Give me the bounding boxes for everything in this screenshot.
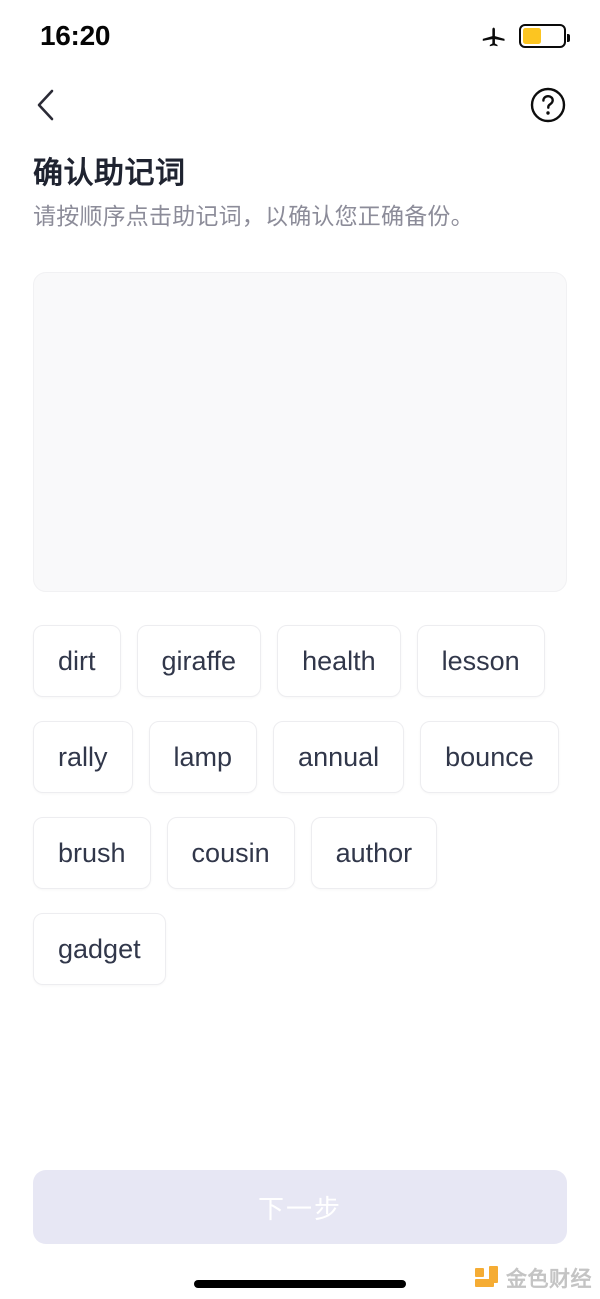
word-chip[interactable]: rally <box>33 721 133 793</box>
word-chip[interactable]: author <box>310 817 438 889</box>
help-button[interactable] <box>524 81 572 129</box>
battery-icon <box>519 24 570 48</box>
word-chip[interactable]: lamp <box>148 721 258 793</box>
airplane-mode-icon <box>482 27 505 47</box>
home-indicator <box>194 1280 406 1288</box>
chevron-left-icon <box>37 89 54 121</box>
status-bar: 16:20 <box>0 0 600 72</box>
word-chip[interactable]: health <box>277 625 401 697</box>
back-button[interactable] <box>22 81 70 129</box>
selected-words-box[interactable] <box>33 272 567 592</box>
heading-block: 确认助记词 请按顺序点击助记词，以确认您正确备份。 <box>33 155 573 231</box>
word-chip[interactable]: annual <box>273 721 405 793</box>
battery-fill <box>523 28 541 44</box>
word-chip[interactable]: brush <box>33 817 151 889</box>
next-button[interactable]: 下一步 <box>33 1170 567 1244</box>
watermark-text: 金色财经 <box>506 1268 592 1291</box>
status-bar-time: 16:20 <box>40 20 111 51</box>
word-bank: dirt giraffe health lesson rally lamp annual bo… <box>33 625 567 985</box>
word-chip[interactable]: giraffe <box>136 625 262 697</box>
watermark: 金色财经 <box>475 1263 592 1293</box>
question-mark-circle-icon <box>530 87 566 123</box>
status-bar-indicators <box>480 22 570 50</box>
word-chip[interactable]: lesson <box>416 625 545 697</box>
word-chip[interactable]: gadget <box>33 913 166 985</box>
word-chip[interactable]: dirt <box>33 625 121 697</box>
logo-square <box>475 1268 484 1277</box>
word-chip[interactable]: bounce <box>420 721 559 793</box>
word-chip[interactable]: cousin <box>166 817 295 889</box>
phone-screen: 16:20 确认助记词 请按顺序点击助记词，以确认您正确备份。 dirt gir… <box>0 0 600 1299</box>
logo-horizontal-bar <box>475 1279 494 1287</box>
page-title: 确认助记词 <box>33 157 186 190</box>
jinse-logo-icon <box>475 1266 499 1290</box>
page-subtitle: 请按顺序点击助记词，以确认您正确备份。 <box>33 202 474 229</box>
nav-bar <box>0 72 600 138</box>
